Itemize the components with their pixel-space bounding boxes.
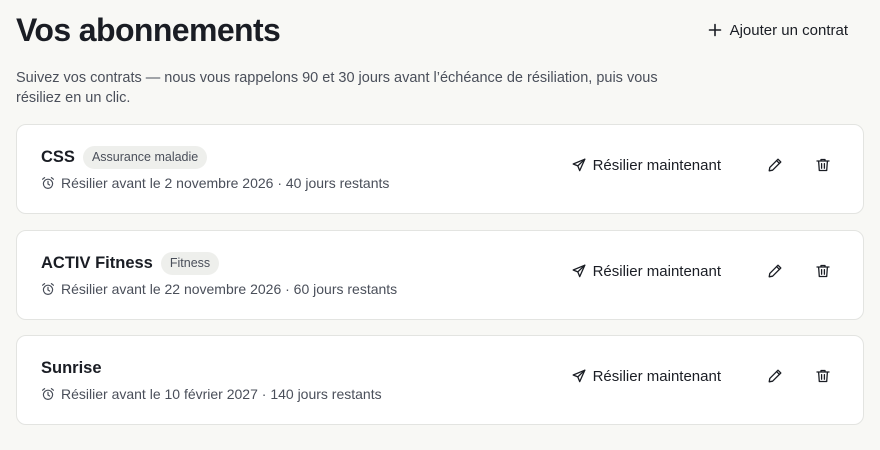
pencil-icon: [768, 264, 782, 278]
cancel-now-button[interactable]: Résilier maintenant: [564, 259, 729, 284]
contract-name: CSS: [41, 147, 75, 166]
send-icon: [572, 369, 586, 383]
edit-button[interactable]: [759, 149, 791, 181]
trash-icon: [816, 158, 830, 172]
deadline-text: Résilier avant le 2 novembre 2026 · 40 j…: [61, 175, 390, 191]
category-badge: Assurance maladie: [82, 145, 208, 169]
contract-card: ACTIV Fitness Fitness Résilier avant le …: [16, 230, 864, 320]
deadline-text: Résilier avant le 22 novembre 2026 · 60 …: [61, 281, 398, 297]
contract-info: ACTIV Fitness Fitness Résilier avant le …: [41, 251, 397, 297]
contract-deadline: Résilier avant le 22 novembre 2026 · 60 …: [41, 281, 397, 297]
pencil-icon: [768, 158, 782, 172]
contract-actions: Résilier maintenant: [564, 360, 839, 392]
contract-card: CSS Assurance maladie Résilier avant le …: [16, 124, 864, 214]
contract-actions: Résilier maintenant: [564, 255, 839, 287]
contract-title-row: ACTIV Fitness Fitness: [41, 251, 397, 275]
contract-name: Sunrise: [41, 358, 102, 377]
send-icon: [572, 158, 586, 172]
deadline-text: Résilier avant le 10 février 2027 · 140 …: [61, 386, 382, 402]
contract-title-row: CSS Assurance maladie: [41, 145, 389, 169]
contract-deadline: Résilier avant le 2 novembre 2026 · 40 j…: [41, 175, 389, 191]
add-contract-button[interactable]: Ajouter un contrat: [702, 16, 864, 45]
contract-card: Sunrise Résilier avant le 10 février 202…: [16, 335, 864, 425]
send-icon: [572, 264, 586, 278]
delete-button[interactable]: [807, 255, 839, 287]
category-badge: Fitness: [160, 251, 220, 275]
alarm-clock-icon: [42, 388, 54, 401]
alarm-clock-icon: [42, 177, 54, 190]
delete-button[interactable]: [807, 149, 839, 181]
contract-info: CSS Assurance maladie Résilier avant le …: [41, 145, 389, 191]
page-subtitle: Suivez vos contrats — nous vous rappelon…: [16, 70, 658, 106]
alarm-clock-icon: [42, 283, 54, 296]
contract-title-row: Sunrise: [41, 356, 382, 380]
cancel-now-button[interactable]: Résilier maintenant: [564, 364, 729, 389]
contract-name: ACTIV Fitness: [41, 253, 153, 272]
edit-button[interactable]: [759, 360, 791, 392]
subscriptions-page: Vos abonnements Ajouter un contrat Suive…: [0, 0, 880, 450]
header: Vos abonnements Ajouter un contrat: [16, 8, 864, 52]
delete-button[interactable]: [807, 360, 839, 392]
cancel-now-label: Résilier maintenant: [592, 367, 721, 385]
pencil-icon: [768, 369, 782, 383]
add-contract-label: Ajouter un contrat: [729, 21, 848, 39]
contract-actions: Résilier maintenant: [564, 149, 839, 181]
cancel-now-button[interactable]: Résilier maintenant: [564, 153, 729, 178]
contract-info: Sunrise Résilier avant le 10 février 202…: [41, 356, 382, 403]
contract-deadline: Résilier avant le 10 février 2027 · 140 …: [41, 386, 382, 402]
cancel-now-label: Résilier maintenant: [592, 156, 721, 174]
trash-icon: [816, 264, 830, 278]
cancel-now-label: Résilier maintenant: [592, 262, 721, 280]
plus-icon: [708, 23, 721, 37]
edit-button[interactable]: [759, 255, 791, 287]
trash-icon: [816, 369, 830, 383]
page-title: Vos abonnements: [16, 11, 281, 48]
